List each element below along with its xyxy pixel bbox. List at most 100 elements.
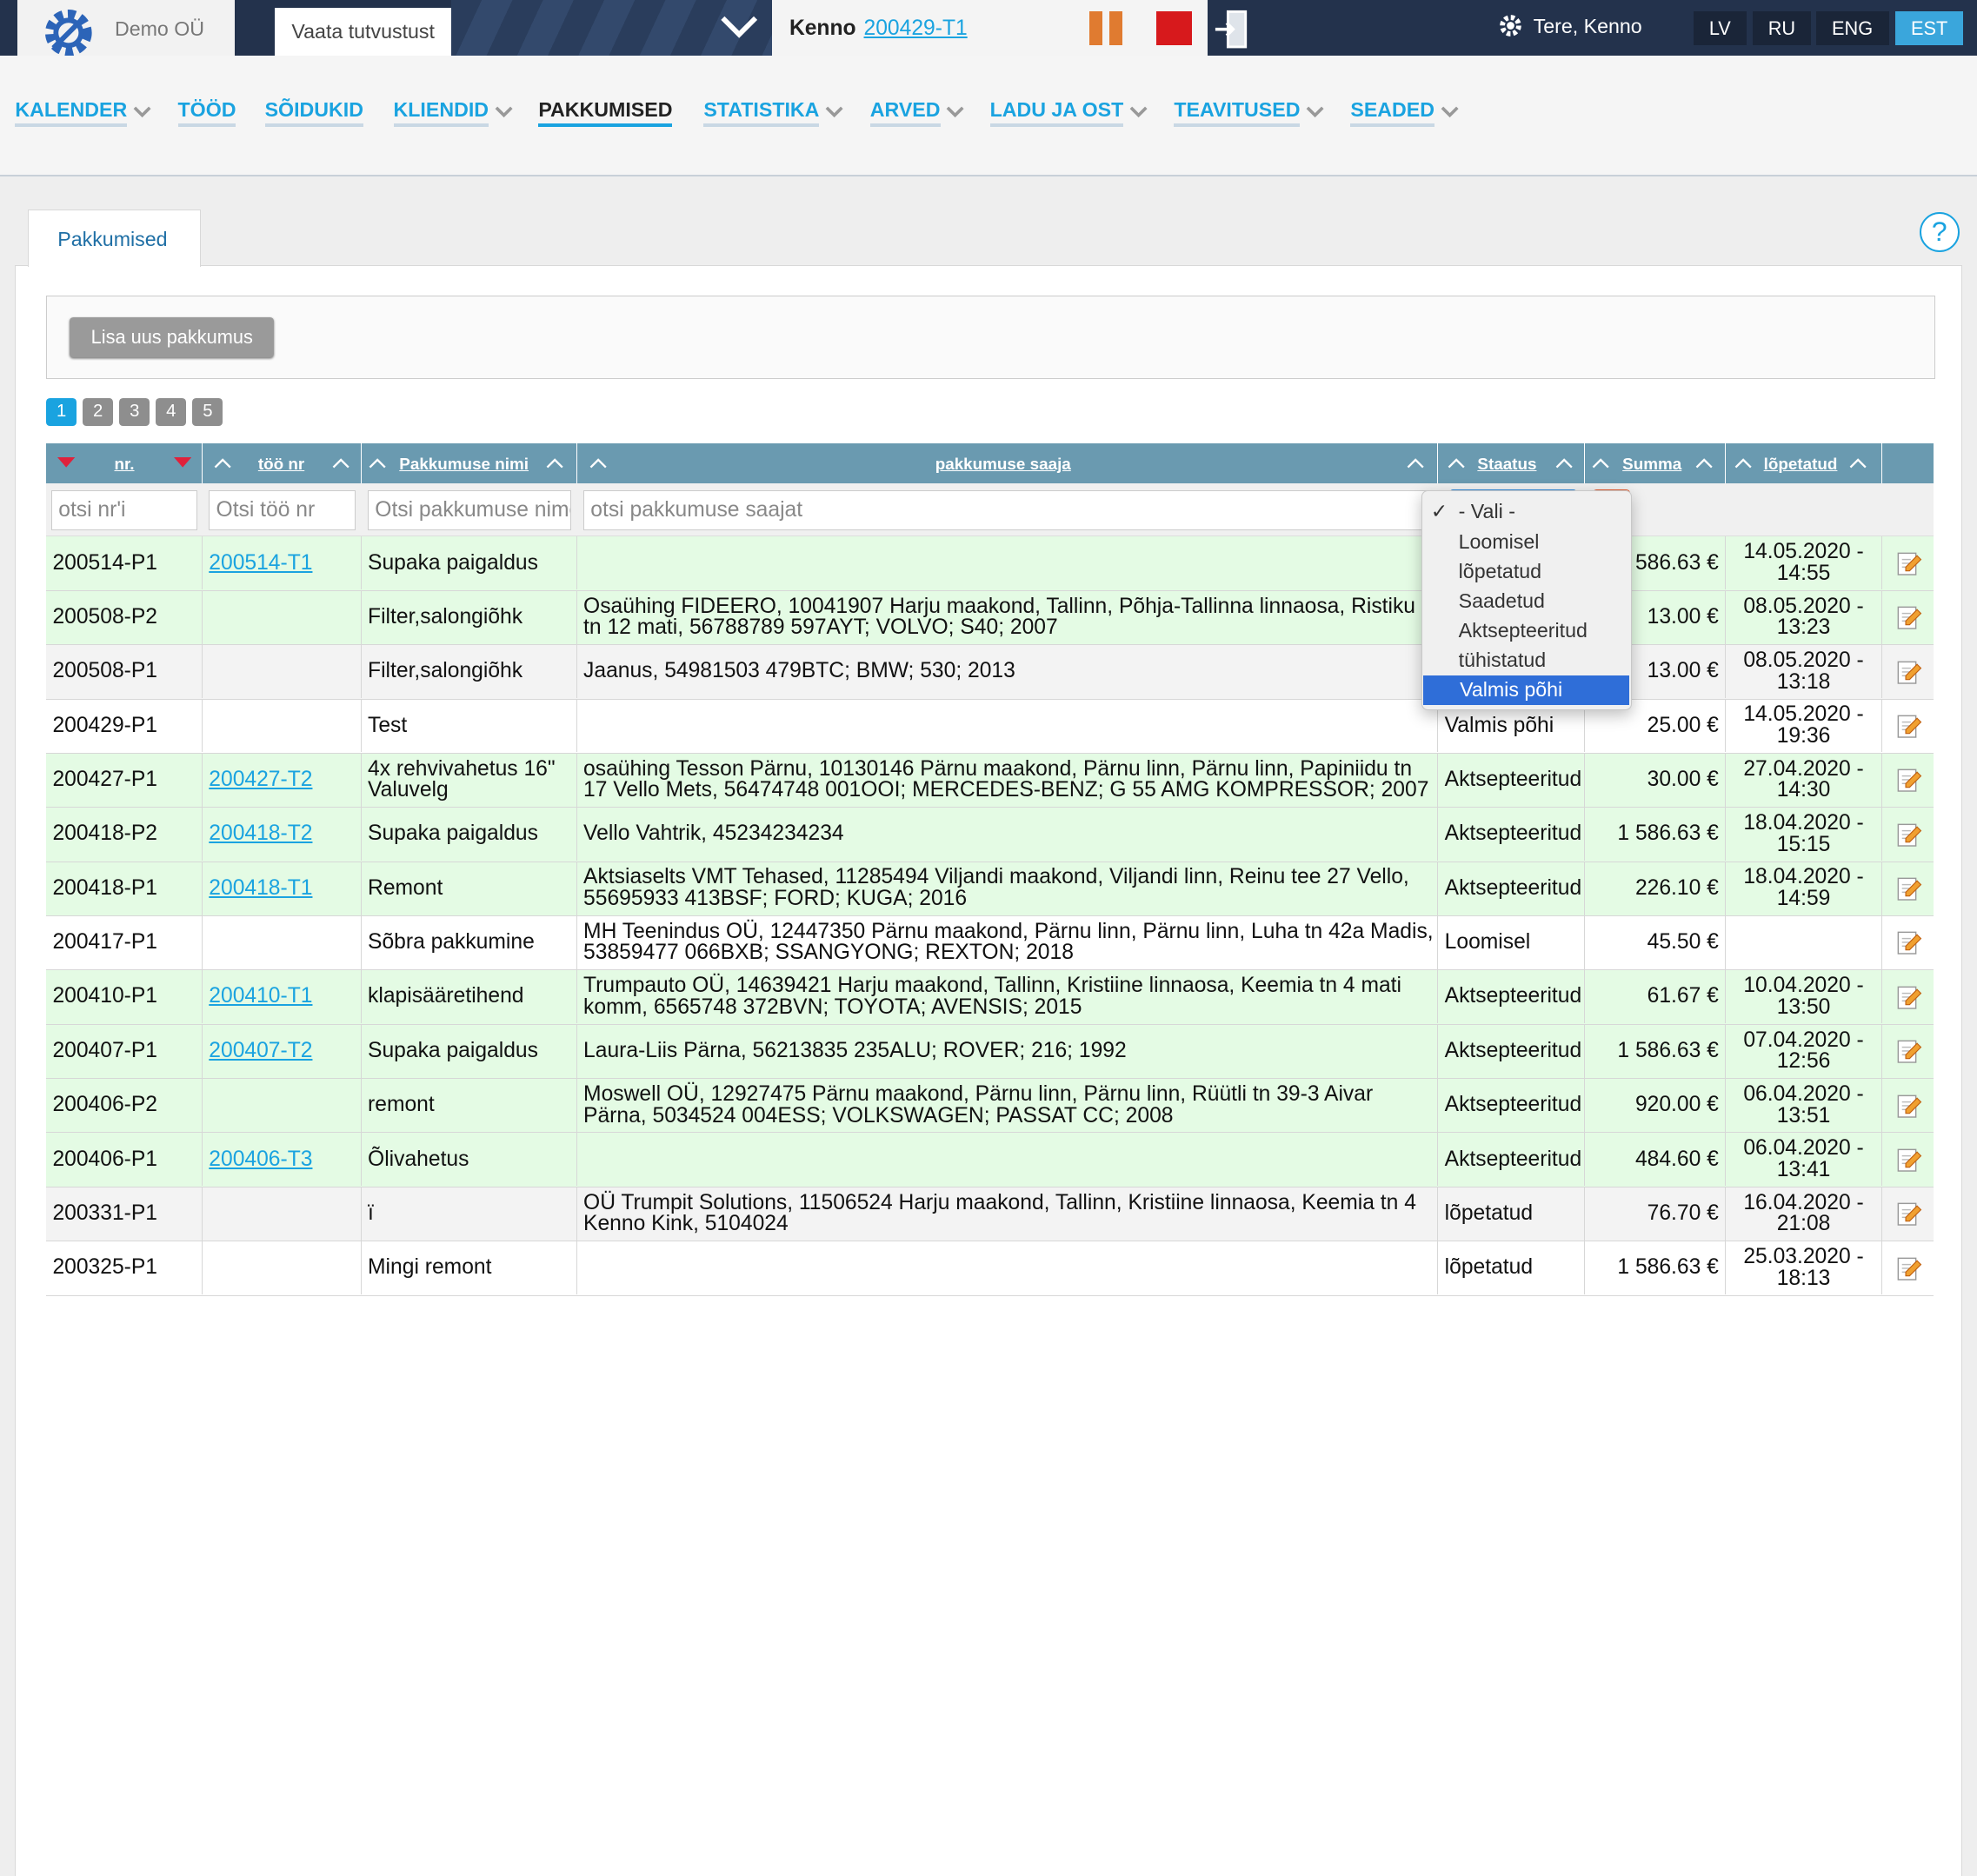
table-row[interactable]: 200514-P1 200514-T1 Supaka paigaldus 586.63… xyxy=(46,536,1934,591)
nav-tood[interactable]: TÖÖD xyxy=(177,98,236,128)
work-link[interactable]: 200514-T1 xyxy=(209,552,312,575)
sort-up-icon[interactable] xyxy=(546,457,563,469)
tab-pakkumised[interactable]: Pakkumised xyxy=(27,209,201,268)
cell-too[interactable] xyxy=(203,1187,362,1241)
search-too-nr-input[interactable] xyxy=(209,489,356,531)
work-link[interactable]: 200407-T2 xyxy=(209,1040,312,1062)
edit-document-icon[interactable] xyxy=(1894,603,1922,631)
nav-statistika[interactable]: STATISTIKA xyxy=(703,98,844,128)
sort-up-icon[interactable] xyxy=(1555,457,1573,469)
lang-eng[interactable]: ENG xyxy=(1815,11,1889,46)
table-row[interactable]: 200418-P2 200418-T2 Supaka paigaldus Vello … xyxy=(46,808,1934,862)
edit-document-icon[interactable] xyxy=(1894,983,1922,1011)
search-nimi-input[interactable] xyxy=(368,489,571,531)
lang-est[interactable]: EST xyxy=(1894,11,1964,46)
col-header-staatus[interactable]: Staatus xyxy=(1438,443,1585,484)
page-4[interactable]: 4 xyxy=(156,397,187,426)
edit-document-icon[interactable] xyxy=(1894,928,1922,956)
nav-arved[interactable]: ARVED xyxy=(869,98,966,128)
greeting[interactable]: Tere, Kenno xyxy=(1498,13,1642,38)
cell-too[interactable] xyxy=(203,1079,362,1132)
edit-document-icon[interactable] xyxy=(1894,1146,1922,1174)
table-row[interactable]: 200417-P1 Sõbra pakkumine MH Teenindus OÜ,… xyxy=(46,915,1934,971)
cell-too[interactable] xyxy=(203,699,362,753)
status-option[interactable]: tühistatud xyxy=(1422,646,1631,675)
sort-down-icon[interactable] xyxy=(57,457,76,469)
work-link[interactable]: 200406-T3 xyxy=(209,1148,312,1171)
edit-document-icon[interactable] xyxy=(1894,712,1922,740)
col-header-too-nr[interactable]: töö nr xyxy=(203,443,362,484)
cell-too[interactable] xyxy=(203,645,362,699)
sort-down-icon[interactable] xyxy=(173,457,191,469)
sort-up-icon[interactable] xyxy=(589,457,607,469)
sort-up-icon[interactable] xyxy=(1695,457,1713,469)
nav-ladu-ja-ost[interactable]: LADU JA OST xyxy=(989,98,1149,128)
nav-seaded[interactable]: SEADED xyxy=(1350,98,1460,128)
sort-up-icon[interactable] xyxy=(1448,457,1465,469)
pause-icon[interactable] xyxy=(1089,11,1122,46)
table-row[interactable]: 200508-P2 Filter,salongiõhk Osaühing FIDEE… xyxy=(46,590,1934,646)
sort-up-icon[interactable] xyxy=(1592,457,1610,469)
add-offer-button[interactable]: Lisa uus pakkumus xyxy=(70,316,275,357)
sort-up-icon[interactable] xyxy=(332,457,350,469)
nav-kalender[interactable]: KALENDER xyxy=(15,98,152,128)
col-header-lopetatud[interactable]: lõpetatud xyxy=(1726,443,1882,484)
nav-kliendid[interactable]: KLIENDID xyxy=(393,98,515,128)
cell-too[interactable]: 200514-T1 xyxy=(203,536,362,590)
edit-document-icon[interactable] xyxy=(1894,658,1922,686)
cell-too[interactable]: 200427-T2 xyxy=(203,753,362,807)
status-option[interactable]: Loomisel xyxy=(1422,528,1631,557)
edit-document-icon[interactable] xyxy=(1894,766,1922,794)
edit-document-icon[interactable] xyxy=(1894,549,1922,577)
stop-icon[interactable] xyxy=(1156,11,1192,46)
cell-too[interactable]: 200406-T3 xyxy=(203,1133,362,1187)
lang-ru[interactable]: RU xyxy=(1753,11,1811,46)
table-row[interactable]: 200406-P1 200406-T3 Õlivahetus Aktsepteerit… xyxy=(46,1133,1934,1187)
chevron-down-icon[interactable] xyxy=(719,13,759,41)
table-row[interactable]: 200427-P1 200427-T2 4x rehvivahetus 16" Va… xyxy=(46,753,1934,808)
work-link[interactable]: 200427-T2 xyxy=(209,768,312,791)
col-header-nr[interactable]: nr. xyxy=(46,443,203,484)
search-nr-input[interactable] xyxy=(50,489,198,531)
page-3[interactable]: 3 xyxy=(119,397,150,426)
cell-too[interactable] xyxy=(203,915,362,969)
edit-document-icon[interactable] xyxy=(1894,1037,1922,1065)
table-row[interactable]: 200418-P1 200418-T1 Remont Aktsiaselts VMT … xyxy=(46,861,1934,916)
cell-too[interactable] xyxy=(203,1241,362,1295)
col-header-summa[interactable]: Summa xyxy=(1584,443,1727,484)
sort-up-icon[interactable] xyxy=(1407,457,1424,469)
edit-document-icon[interactable] xyxy=(1894,1200,1922,1227)
edit-document-icon[interactable] xyxy=(1894,875,1922,902)
work-link[interactable]: 200418-T1 xyxy=(209,877,312,900)
demo-tab[interactable]: Vaata tutvustust xyxy=(275,7,452,56)
table-row[interactable]: 200407-P1 200407-T2 Supaka paigaldus Laura-… xyxy=(46,1024,1934,1080)
status-option[interactable]: Saadetud xyxy=(1422,587,1631,616)
table-row[interactable]: 200429-P1 Test Valmis põhi 25.00 € 14.05.202… xyxy=(46,699,1934,754)
page-2[interactable]: 2 xyxy=(83,397,114,426)
col-header-nimi[interactable]: Pakkumuse nimi xyxy=(361,443,577,484)
nav-teavitused[interactable]: TEAVITUSED xyxy=(1174,98,1325,128)
kenno-work-link[interactable]: 200429-T1 xyxy=(864,17,968,41)
status-option-highlighted[interactable]: Valmis põhi xyxy=(1423,675,1630,705)
search-saaja-input[interactable] xyxy=(583,489,1431,531)
work-link[interactable]: 200410-T1 xyxy=(209,986,312,1008)
cell-too[interactable]: 200410-T1 xyxy=(203,970,362,1024)
work-link[interactable]: 200418-T2 xyxy=(209,823,312,845)
table-row[interactable]: 200410-P1 200410-T1 klapisääretihend Trumpa… xyxy=(46,970,1934,1025)
nav-pakkumised[interactable]: PAKKUMISED xyxy=(538,98,673,128)
nav-soidukid[interactable]: SÕIDUKID xyxy=(264,98,363,128)
table-row[interactable]: 200331-P1 ï OÜ Trumpit Solutions, 11506524… xyxy=(46,1187,1934,1242)
cell-too[interactable]: 200418-T2 xyxy=(203,808,362,861)
lang-lv[interactable]: LV xyxy=(1693,11,1747,46)
sort-up-icon[interactable] xyxy=(1734,457,1752,469)
table-row[interactable]: 200406-P2 remont Moswell OÜ, 12927475 Pärn… xyxy=(46,1079,1934,1134)
page-5[interactable]: 5 xyxy=(192,397,223,426)
sort-up-icon[interactable] xyxy=(369,457,387,469)
cell-too[interactable] xyxy=(203,590,362,644)
table-row[interactable]: 200508-P1 Filter,salongiõhk Jaanus, 549815… xyxy=(46,645,1934,700)
sort-up-icon[interactable] xyxy=(1849,457,1867,469)
col-header-saaja[interactable]: pakkumuse saaja xyxy=(576,443,1439,484)
help-icon[interactable]: ? xyxy=(1919,211,1960,253)
status-option[interactable]: ✓ - Vali - xyxy=(1422,497,1631,527)
exit-door-icon[interactable] xyxy=(1213,8,1251,50)
